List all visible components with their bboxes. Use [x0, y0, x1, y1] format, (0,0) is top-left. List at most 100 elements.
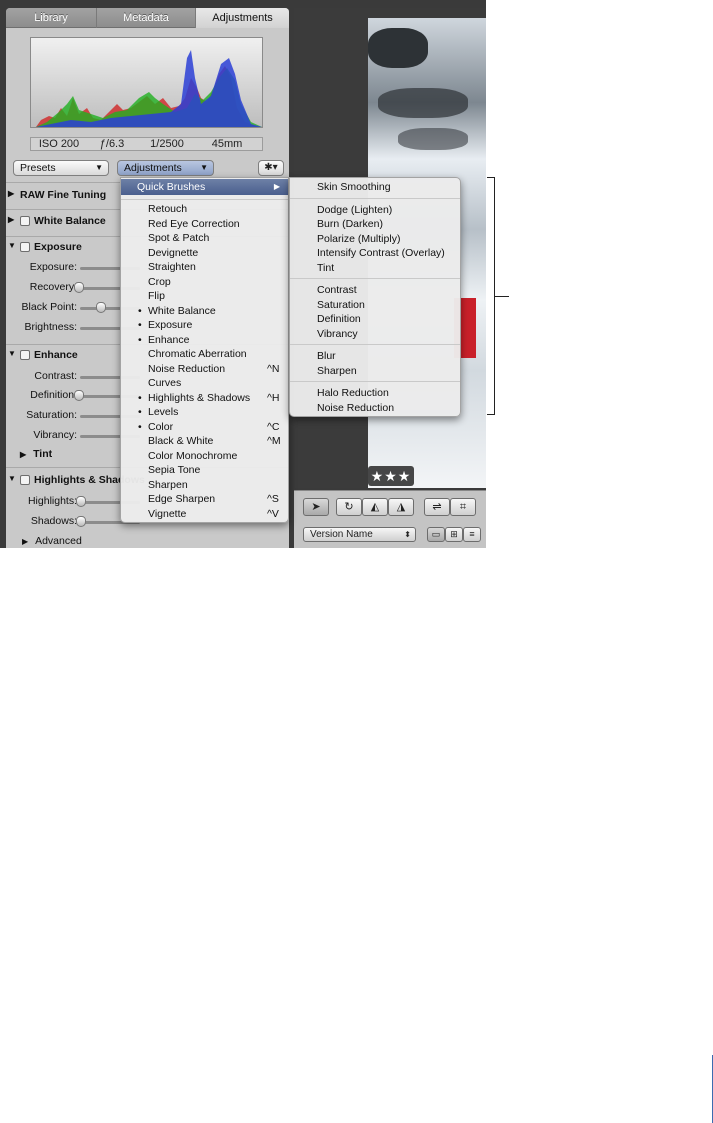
- active-bullet-icon: •: [138, 406, 142, 418]
- adjustments-popup-label: Adjustments: [124, 162, 182, 174]
- menu-item-shortcut: ^N: [267, 362, 280, 375]
- version-name-popup[interactable]: Version Name ⬍: [303, 527, 416, 542]
- tint-disclosure[interactable]: ▶ Tint: [20, 448, 52, 460]
- menu-item-label: Quick Brushes: [137, 181, 206, 193]
- submenu-item[interactable]: Saturation: [317, 298, 365, 312]
- photo-detail: [398, 128, 468, 150]
- submenu-item[interactable]: Definition: [317, 312, 361, 326]
- lift-tool-icon[interactable]: ◭: [362, 498, 388, 516]
- menu-item[interactable]: • White Balance: [121, 304, 288, 318]
- straighten-tool-icon[interactable]: ⇌: [424, 498, 450, 516]
- disclosure-down-icon[interactable]: ▼: [8, 349, 16, 358]
- submenu-item[interactable]: Skin Smoothing: [317, 180, 391, 194]
- callout-line: [495, 296, 509, 297]
- disclosure-down-icon[interactable]: ▼: [8, 474, 16, 483]
- slider-knob[interactable]: [96, 302, 106, 313]
- menu-item[interactable]: Edge Sharpen ^S: [121, 492, 288, 506]
- disclosure-right-icon[interactable]: ▶: [8, 215, 14, 224]
- submenu-item[interactable]: Noise Reduction: [317, 401, 394, 415]
- menu-item[interactable]: Vignette ^V: [121, 507, 288, 521]
- menu-item-quick-brushes[interactable]: Quick Brushes ▶: [121, 179, 288, 195]
- submenu-item[interactable]: Halo Reduction: [317, 386, 389, 400]
- menu-item[interactable]: Black & White ^M: [121, 434, 288, 448]
- menu-item-label: Retouch: [148, 203, 188, 215]
- menu-item-label: Edge Sharpen: [148, 493, 216, 505]
- white-balance-checkbox[interactable]: [20, 216, 30, 226]
- active-bullet-icon: •: [138, 319, 142, 331]
- menu-separator: [290, 197, 460, 199]
- menu-item[interactable]: Color Monochrome: [121, 449, 288, 463]
- menu-item[interactable]: Red Eye Correction: [121, 217, 288, 231]
- submenu-item[interactable]: Dodge (Lighten): [317, 203, 392, 217]
- submenu-item[interactable]: Burn (Darken): [317, 217, 383, 231]
- slider-knob[interactable]: [74, 282, 84, 293]
- tab-adjustments[interactable]: Adjustments: [196, 8, 289, 28]
- chevron-updown-icon: ⬍: [404, 530, 411, 539]
- menu-item[interactable]: Spot & Patch: [121, 231, 288, 245]
- submenu-item[interactable]: Intensify Contrast (Overlay): [317, 246, 445, 260]
- grid-view-icon[interactable]: ⊞: [445, 527, 463, 542]
- highlights-shadows-checkbox[interactable]: [20, 475, 30, 485]
- menu-item[interactable]: Curves: [121, 376, 288, 390]
- rotate-tool-icon[interactable]: ↻: [336, 498, 362, 516]
- menu-item[interactable]: Flip: [121, 289, 288, 303]
- slider-label: Black Point:: [21, 301, 77, 313]
- menu-item-label: Black & White: [148, 435, 214, 447]
- slider-knob[interactable]: [76, 516, 86, 527]
- crop-tool-icon[interactable]: ⌗: [450, 498, 476, 516]
- slider-label: Brightness:: [24, 321, 77, 333]
- slider-label: Saturation:: [26, 409, 77, 421]
- submenu-item[interactable]: Sharpen: [317, 364, 357, 378]
- menu-item[interactable]: • Levels: [121, 405, 288, 419]
- menu-item-label: Noise Reduction: [148, 362, 226, 375]
- filmstrip-view-icon[interactable]: ▭: [427, 527, 445, 542]
- menu-item-label: Enhance: [148, 333, 190, 346]
- tab-metadata[interactable]: Metadata: [97, 8, 196, 28]
- pointer-tool-icon[interactable]: ➤: [303, 498, 329, 516]
- tab-library[interactable]: Library: [6, 8, 97, 28]
- menu-item[interactable]: Noise Reduction ^N: [121, 362, 288, 376]
- menu-item[interactable]: Chromatic Aberration: [121, 347, 288, 361]
- stamp-tool-icon[interactable]: ◮: [388, 498, 414, 516]
- exif-iso: ISO 200: [38, 138, 80, 150]
- menu-item[interactable]: • Enhance: [121, 333, 288, 347]
- slider-label: Exposure:: [29, 261, 77, 273]
- menu-item-label: Crop: [148, 275, 171, 288]
- advanced-disclosure[interactable]: ▶ Advanced: [22, 535, 82, 547]
- submenu-item[interactable]: Tint: [317, 261, 334, 275]
- slider-knob[interactable]: [76, 496, 86, 507]
- enhance-checkbox[interactable]: [20, 350, 30, 360]
- inspector-tabs: Library Metadata Adjustments: [6, 8, 289, 28]
- list-view-icon[interactable]: ≡: [463, 527, 481, 542]
- active-bullet-icon: •: [138, 420, 142, 433]
- presets-popup[interactable]: Presets ▼: [13, 160, 109, 176]
- menu-item-label: Flip: [148, 290, 165, 302]
- menu-item[interactable]: Sepia Tone: [121, 463, 288, 477]
- menu-item-label: White Balance: [148, 304, 216, 317]
- submenu-item[interactable]: Vibrancy: [317, 327, 358, 341]
- menu-item-label: Color Monochrome: [148, 449, 238, 462]
- gear-icon[interactable]: ✱▾: [258, 160, 284, 176]
- submenu-item[interactable]: Contrast: [317, 283, 357, 297]
- menu-item[interactable]: Devignette: [121, 246, 288, 260]
- disclosure-right-icon[interactable]: ▶: [8, 189, 14, 198]
- menu-separator: [290, 344, 460, 345]
- submenu-item[interactable]: Blur: [317, 349, 336, 363]
- exposure-checkbox[interactable]: [20, 242, 30, 252]
- menu-item-shortcut: ^H: [267, 391, 280, 404]
- callout-bracket: [487, 177, 495, 415]
- adjustments-menu: Quick Brushes ▶ Retouch Red Eye Correctio…: [120, 177, 289, 523]
- submenu-item[interactable]: Polarize (Multiply): [317, 232, 400, 246]
- menu-item[interactable]: Straighten: [121, 260, 288, 274]
- menu-item[interactable]: Retouch: [121, 202, 288, 216]
- menu-item[interactable]: • Highlights & Shadows ^H: [121, 391, 288, 405]
- menu-item[interactable]: • Exposure: [121, 318, 288, 332]
- menu-item-shortcut: ^C: [267, 420, 280, 433]
- adjustments-popup[interactable]: Adjustments ▼: [117, 160, 214, 176]
- disclosure-down-icon[interactable]: ▼: [8, 241, 16, 250]
- menu-item[interactable]: Crop: [121, 275, 288, 289]
- menu-separator: [290, 278, 460, 279]
- menu-item[interactable]: Sharpen: [121, 478, 288, 492]
- menu-item[interactable]: • Color ^C: [121, 420, 288, 434]
- slider-knob[interactable]: [74, 390, 84, 401]
